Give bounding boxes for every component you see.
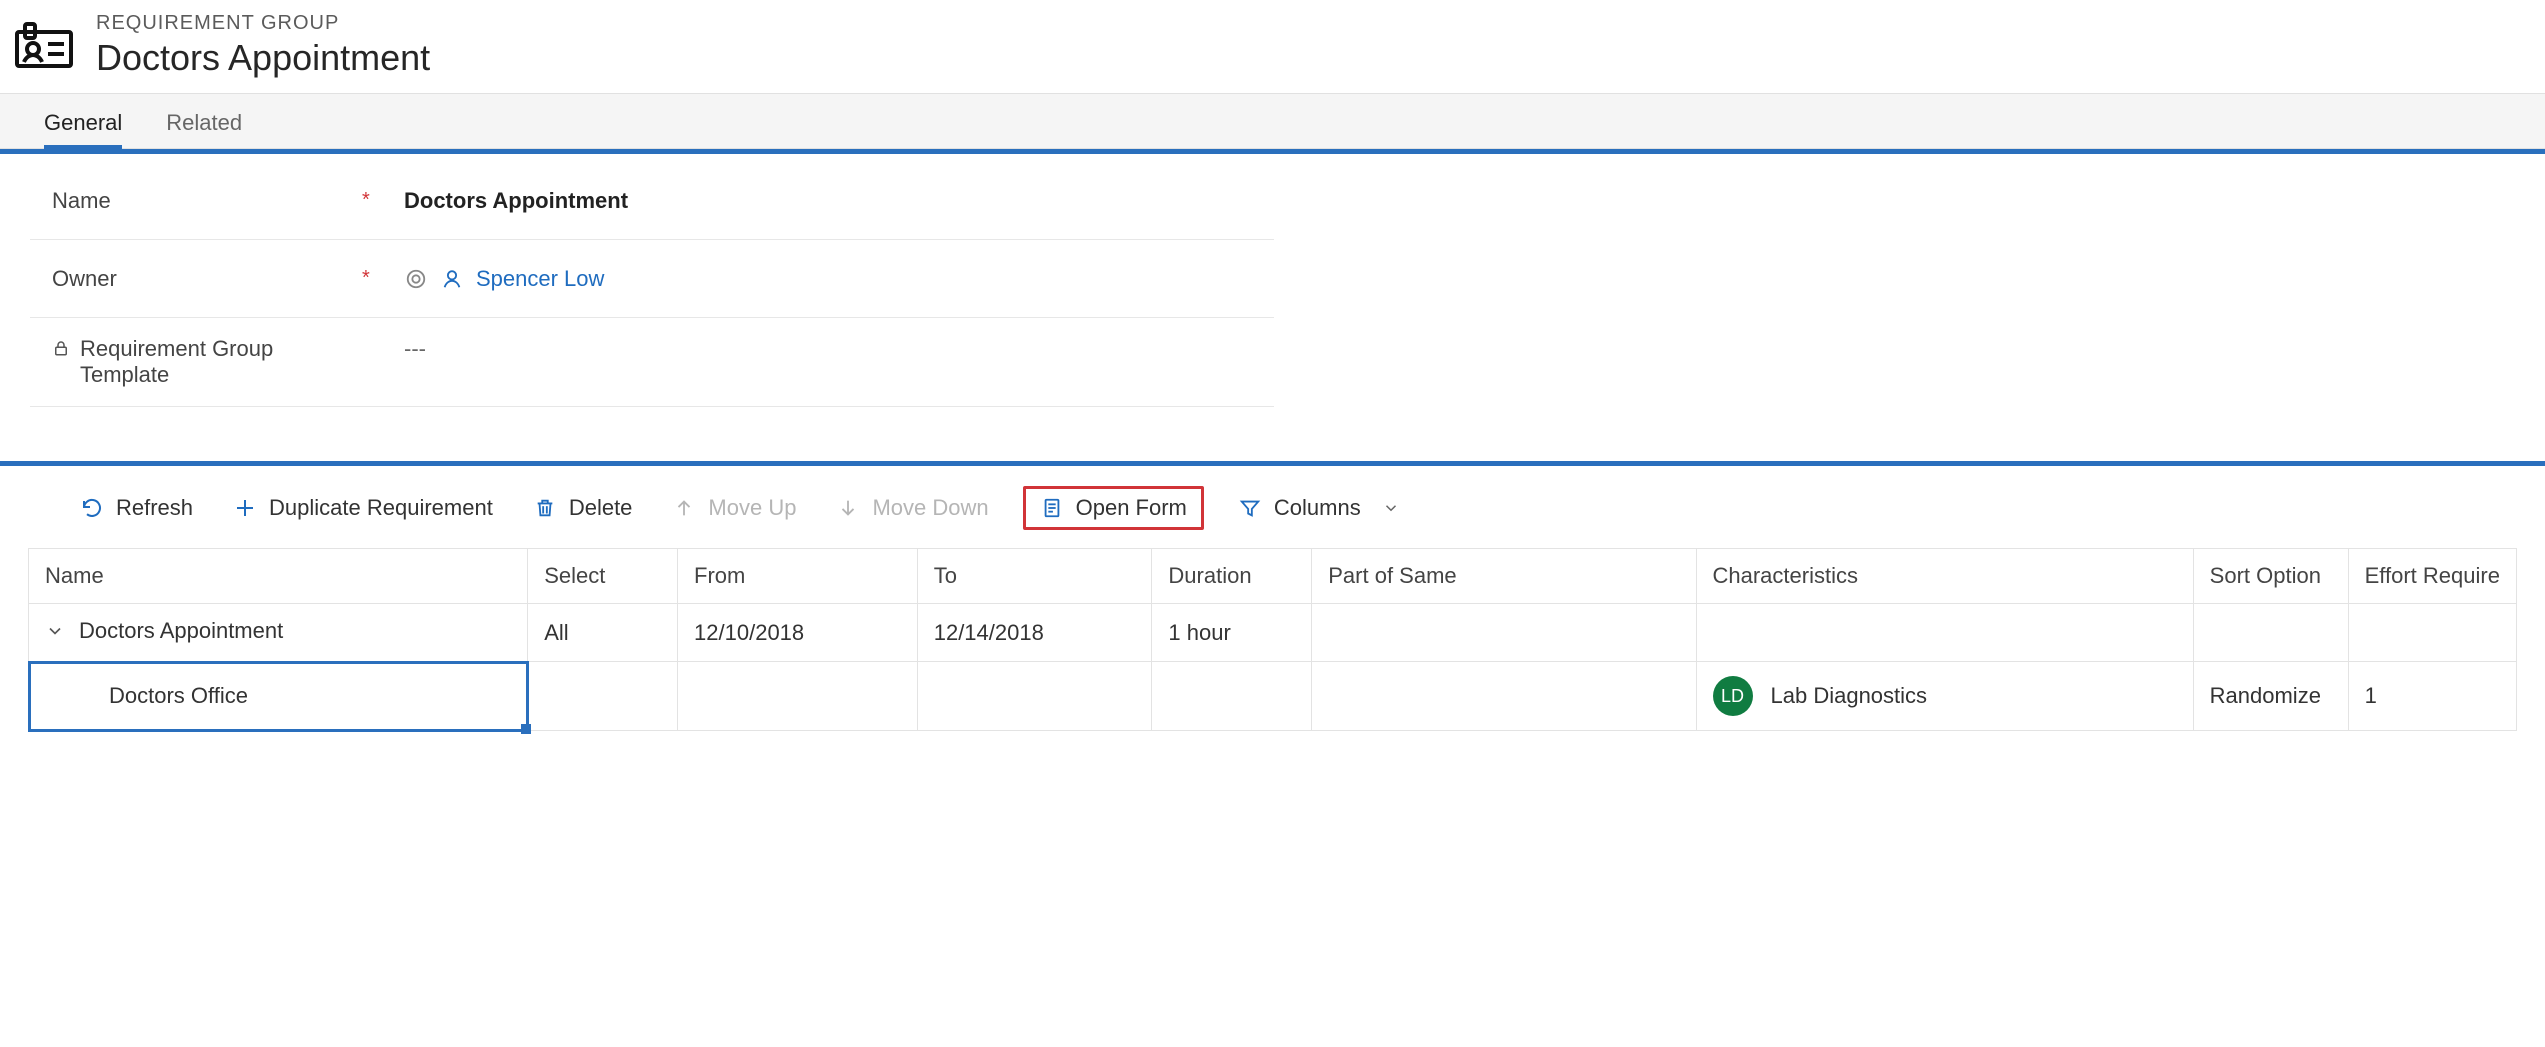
tab-general[interactable]: General	[44, 94, 122, 148]
required-star-icon: *	[362, 189, 370, 212]
avatar: LD	[1713, 676, 1753, 716]
page-kicker: REQUIREMENT GROUP	[96, 12, 430, 35]
duplicate-label: Duplicate Requirement	[269, 495, 493, 521]
col-header-from[interactable]: From	[678, 549, 918, 604]
refresh-label: Refresh	[116, 495, 193, 521]
form-icon	[1040, 496, 1064, 520]
col-header-part-of-same[interactable]: Part of Same	[1312, 549, 1696, 604]
form-section: Name * Doctors Appointment Owner * Spenc…	[0, 149, 2545, 461]
tab-bar: General Related	[0, 93, 2545, 149]
duplicate-button[interactable]: Duplicate Requirement	[227, 491, 499, 525]
move-down-button: Move Down	[830, 491, 994, 525]
col-header-name[interactable]: Name	[29, 549, 528, 604]
row-sort-option[interactable]: Randomize	[2193, 662, 2348, 731]
col-header-sort-option[interactable]: Sort Option	[2193, 549, 2348, 604]
columns-label: Columns	[1274, 495, 1361, 521]
page-header: REQUIREMENT GROUP Doctors Appointment	[0, 0, 2545, 93]
col-header-duration[interactable]: Duration	[1152, 549, 1312, 604]
grid-section: Refresh Duplicate Requirement Delete Mov…	[0, 461, 2545, 731]
refresh-button[interactable]: Refresh	[74, 491, 199, 525]
row-from[interactable]: 12/10/2018	[678, 604, 918, 662]
row-duration[interactable]	[1152, 662, 1312, 731]
open-form-button[interactable]: Open Form	[1023, 486, 1204, 530]
field-owner-label: Owner	[52, 266, 117, 292]
row-characteristics[interactable]	[1696, 604, 2193, 662]
person-icon	[440, 267, 464, 291]
page-title: Doctors Appointment	[96, 37, 430, 79]
grid-row-parent[interactable]: Doctors Appointment All 12/10/2018 12/14…	[29, 604, 2517, 662]
row-select[interactable]: All	[528, 604, 678, 662]
row-duration[interactable]: 1 hour	[1152, 604, 1312, 662]
delete-button[interactable]: Delete	[527, 491, 639, 525]
tab-related[interactable]: Related	[166, 94, 242, 148]
columns-button[interactable]: Columns	[1232, 491, 1409, 525]
move-up-button: Move Up	[666, 491, 802, 525]
row-select[interactable]	[528, 662, 678, 731]
delete-label: Delete	[569, 495, 633, 521]
field-template-label: Requirement Group Template	[80, 336, 320, 388]
field-template-row: Requirement Group Template ---	[30, 318, 1274, 407]
col-header-select[interactable]: Select	[528, 549, 678, 604]
row-part-of-same[interactable]	[1312, 604, 1696, 662]
filter-icon	[1238, 496, 1262, 520]
move-down-label: Move Down	[872, 495, 988, 521]
col-header-effort-required[interactable]: Effort Require	[2348, 549, 2516, 604]
info-icon	[404, 267, 428, 291]
characteristic-label: Lab Diagnostics	[1771, 683, 1928, 709]
field-name-label: Name	[52, 188, 111, 214]
grid-header-row: Name Select From To Duration Part of Sam…	[29, 549, 2517, 604]
row-effort-required[interactable]	[2348, 604, 2516, 662]
row-characteristics[interactable]: LD Lab Diagnostics	[1696, 662, 2193, 731]
trash-icon	[533, 496, 557, 520]
grid-toolbar: Refresh Duplicate Requirement Delete Mov…	[0, 466, 2545, 548]
row-to[interactable]: 12/14/2018	[917, 604, 1152, 662]
row-effort-required[interactable]: 1	[2348, 662, 2516, 731]
field-template-value: ---	[404, 336, 426, 362]
refresh-icon	[80, 496, 104, 520]
open-form-label: Open Form	[1076, 495, 1187, 521]
col-header-to[interactable]: To	[917, 549, 1152, 604]
row-name: Doctors Appointment	[79, 618, 283, 644]
row-sort-option[interactable]	[2193, 604, 2348, 662]
row-from[interactable]	[678, 662, 918, 731]
requirements-grid: Name Select From To Duration Part of Sam…	[28, 548, 2517, 731]
row-name: Doctors Office	[109, 683, 248, 708]
move-up-label: Move Up	[708, 495, 796, 521]
row-to[interactable]	[917, 662, 1152, 731]
chevron-down-icon[interactable]	[45, 621, 65, 641]
field-name-value[interactable]: Doctors Appointment	[404, 188, 628, 214]
chevron-down-icon	[1379, 496, 1403, 520]
requirement-group-icon	[14, 22, 74, 70]
plus-icon	[233, 496, 257, 520]
arrow-up-icon	[672, 496, 696, 520]
required-star-icon: *	[362, 267, 370, 290]
col-header-characteristics[interactable]: Characteristics	[1696, 549, 2193, 604]
field-owner-value[interactable]: Spencer Low	[476, 266, 604, 292]
row-part-of-same[interactable]	[1312, 662, 1696, 731]
lock-icon	[52, 336, 70, 360]
field-name-row: Name * Doctors Appointment	[30, 162, 1274, 240]
grid-row-child[interactable]: Doctors Office LD Lab Diagnostics Random…	[29, 662, 2517, 731]
arrow-down-icon	[836, 496, 860, 520]
row-name-selected[interactable]: Doctors Office	[29, 662, 528, 731]
field-owner-row: Owner * Spencer Low	[30, 240, 1274, 318]
